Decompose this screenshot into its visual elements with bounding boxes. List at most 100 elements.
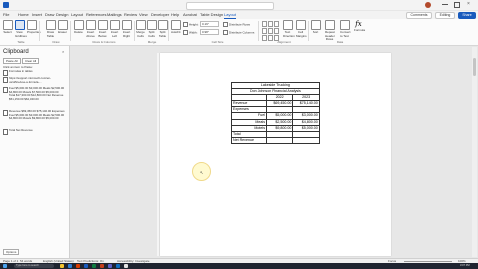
avatar[interactable] [425, 2, 431, 8]
autofit-button[interactable]: AutoFit [171, 20, 181, 35]
powerpoint-app-icon[interactable] [100, 264, 104, 268]
height-label: Height: [183, 22, 199, 27]
align-middle-left-icon[interactable] [262, 28, 267, 34]
alignment-grid[interactable] [262, 21, 280, 41]
word-app-icon[interactable] [84, 264, 88, 268]
tab-acrobat[interactable]: Acrobat [183, 12, 197, 17]
insert-below-button[interactable]: Insert Below [98, 20, 108, 38]
group-label-draw: Draw [52, 40, 60, 44]
align-middle-right-icon[interactable] [274, 28, 279, 34]
align-top-center-icon[interactable] [268, 21, 273, 27]
table-row: Net Revenue [231, 136, 320, 144]
clipboard-pane: Clipboard × Paste All Clear All Click an… [0, 46, 70, 258]
close-icon[interactable]: × [62, 49, 64, 54]
edge-icon[interactable] [68, 264, 72, 268]
clipboard-item[interactable]: Total Net Revenue [3, 128, 65, 135]
group-label-rows-columns: Rows & Columns [92, 40, 116, 44]
align-middle-center-icon[interactable] [268, 28, 273, 34]
repeat-header-rows-button[interactable]: Repeat Header Rows [325, 20, 335, 42]
editing-button[interactable]: Editing [435, 12, 455, 19]
close-icon[interactable]: × [467, 2, 473, 7]
align-top-right-icon[interactable] [274, 21, 279, 27]
divider [134, 21, 135, 41]
insert-right-button[interactable]: Insert Right [122, 20, 132, 38]
share-button[interactable]: Share [458, 12, 476, 19]
select-button[interactable]: Select [3, 20, 13, 35]
search-box[interactable] [186, 2, 274, 10]
chrome-icon[interactable] [124, 264, 128, 268]
tab-mailings[interactable]: Mailings [107, 12, 122, 17]
view-gridlines-button[interactable]: View Gridlines [15, 20, 27, 38]
clipboard-item[interactable]: Formulas in tables [3, 69, 65, 76]
file-explorer-icon[interactable] [60, 264, 64, 268]
tab-view[interactable]: View [139, 12, 148, 17]
value-cell[interactable] [292, 136, 320, 144]
tab-home[interactable]: Home [18, 12, 29, 17]
tab-developer[interactable]: Developer [151, 12, 169, 17]
paste-all-button[interactable]: Paste All [3, 58, 21, 64]
distribute-columns-button[interactable]: Distribute Columns [223, 30, 254, 35]
clipboard-title: Clipboard [3, 49, 29, 55]
draw-table-button[interactable]: Draw Table [46, 20, 56, 38]
tab-references[interactable]: References [86, 12, 106, 17]
split-table-icon [158, 20, 168, 30]
clipboard-options-button[interactable]: Options [3, 249, 20, 255]
formula-button[interactable]: fx Formula [354, 20, 365, 33]
zoom-slider[interactable] [404, 261, 452, 262]
outlook-icon[interactable] [116, 264, 120, 268]
tab-layout[interactable]: Layout [71, 12, 83, 17]
windows-start-icon[interactable] [3, 264, 7, 268]
text-direction-button[interactable]: Text Direction [283, 20, 295, 38]
cell-margins-button[interactable]: Cell Margins [296, 20, 307, 38]
office-icon[interactable] [76, 264, 80, 268]
insert-left-button[interactable]: Insert Left [110, 20, 120, 38]
split-cells-button[interactable]: Split Cells [147, 20, 157, 38]
tab-insert[interactable]: Insert [32, 12, 42, 17]
divider [168, 21, 169, 41]
insert-above-button[interactable]: Insert Above [86, 20, 96, 38]
taskbar-search[interactable]: Type here to search [14, 264, 54, 268]
mouse-pointer-icon: ↖ [200, 170, 204, 175]
tab-design[interactable]: Design [56, 12, 68, 17]
align-top-left-icon[interactable] [262, 21, 267, 27]
scrollbar-thumb[interactable] [473, 58, 476, 76]
tab-draw[interactable]: Draw [45, 12, 54, 17]
delete-button[interactable]: Delete [74, 20, 84, 35]
tab-file[interactable]: File [3, 12, 9, 17]
sort-button[interactable]: Sort [311, 20, 321, 35]
clipboard-item[interactable]: https://support.microsoft.com/en-us/offi… [3, 77, 65, 86]
table-row: Revenue $69,450.00 $75,140.00 [231, 100, 320, 108]
properties-button[interactable]: Properties [27, 20, 41, 35]
merge-cells-button[interactable]: Merge Cells [136, 20, 146, 38]
tab-review[interactable]: Review [124, 12, 137, 17]
column-width-input[interactable]: 0.98" [200, 29, 219, 35]
group-label-alignment: Alignment [277, 40, 291, 44]
convert-to-text-button[interactable]: Convert to Text [340, 20, 351, 38]
comments-button[interactable]: Comments [406, 12, 432, 19]
tab-table-design[interactable]: Table Design [200, 12, 223, 17]
row-label-cell[interactable]: Net Revenue [231, 136, 267, 144]
minimize-icon[interactable] [442, 2, 448, 7]
maximize-icon[interactable] [454, 2, 460, 8]
split-table-button[interactable]: Split Table [158, 20, 168, 38]
width-label: Width: [183, 30, 198, 35]
value-cell[interactable] [265, 136, 294, 144]
tab-table-layout[interactable]: Layout [224, 12, 237, 19]
vertical-scrollbar[interactable] [472, 47, 477, 257]
insert-left-icon [110, 20, 120, 30]
row-height-input[interactable]: 0.19" [200, 21, 219, 27]
group-label-cell-size: Cell Size [211, 40, 224, 44]
document-icon [3, 87, 8, 93]
eraser-button[interactable]: Eraser [58, 20, 68, 35]
draw-table-icon [46, 20, 56, 30]
clipboard-item[interactable]: Fuel $5,000.00 $3,000.00 Meals $2,500.00… [3, 87, 65, 109]
tab-help[interactable]: Help [171, 12, 179, 17]
financial-table[interactable]: Lakeside Trucking Don Johnson Financial … [231, 81, 320, 144]
excel-app-icon[interactable] [92, 264, 96, 268]
eraser-icon [58, 20, 68, 30]
distribute-rows-button[interactable]: Distribute Rows [223, 22, 250, 27]
teams-icon[interactable] [108, 264, 112, 268]
clear-all-button[interactable]: Clear All [22, 58, 40, 64]
clipboard-item[interactable]: Revenue $69,450.00 $75,140.00 Expenses F… [3, 110, 65, 128]
divider [308, 21, 309, 41]
